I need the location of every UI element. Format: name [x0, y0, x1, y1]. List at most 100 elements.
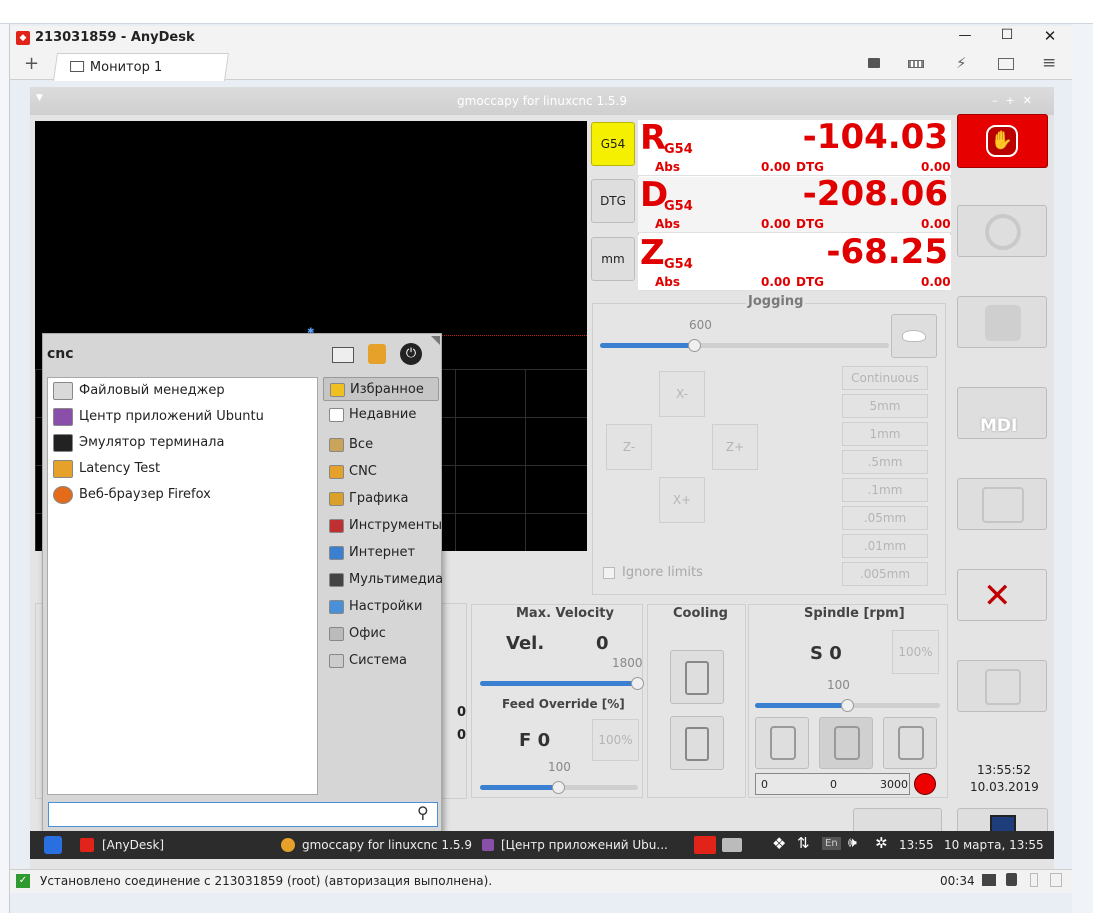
jog-increment-button[interactable]: 1mm	[842, 422, 928, 446]
monitor-icon	[70, 61, 85, 72]
menu-category-item[interactable]: Все	[323, 433, 439, 457]
machine-power-button[interactable]	[957, 205, 1047, 257]
dtg-button[interactable]: DTG	[591, 179, 635, 223]
maximize-button[interactable]: ☐	[992, 27, 1022, 43]
menu-search-input[interactable]	[51, 805, 411, 824]
menu-app-item[interactable]: Центр приложений Ubuntu	[48, 404, 314, 430]
menu-category-item[interactable]: Интернет	[323, 541, 439, 565]
spindle-slider[interactable]	[755, 699, 940, 712]
jog-z-minus-button[interactable]: Z-	[606, 424, 652, 470]
jog-increment-button[interactable]: Continuous	[842, 366, 928, 390]
spindle-reset-button[interactable]: 100%	[892, 630, 939, 674]
units-button[interactable]: mm	[591, 237, 635, 281]
switch-user-icon[interactable]	[332, 347, 354, 363]
category-icon	[329, 573, 344, 587]
tray-network-icon[interactable]	[722, 838, 742, 852]
dro-row[interactable]: D G54 -208.06 Abs 0.00 DTG 0.00	[638, 174, 951, 233]
menu-category-item[interactable]: Офис	[323, 622, 439, 646]
menu-category-item[interactable]: Недавние	[323, 403, 439, 427]
menu-search-box[interactable]: ⚲	[48, 802, 438, 827]
tray-language[interactable]: En	[822, 837, 841, 850]
menu-app-item[interactable]: Веб-браузер Firefox	[48, 482, 314, 508]
ignore-limits-checkbox[interactable]	[603, 567, 615, 579]
tray-transfer-icon[interactable]: ⇅	[797, 834, 810, 852]
feed-knob[interactable]	[552, 781, 565, 794]
auto-mode-button[interactable]	[957, 478, 1047, 530]
chat-status-icon[interactable]	[982, 874, 996, 886]
gmoccapy-window-controls[interactable]: –+✕	[992, 94, 1040, 107]
tray-settings-icon[interactable]: ✲	[875, 834, 888, 852]
jog-increment-button[interactable]: .5mm	[842, 450, 928, 474]
keyboard-icon[interactable]	[908, 60, 924, 68]
jog-increment-button[interactable]: .005mm	[842, 562, 928, 586]
record-status-icon[interactable]	[1030, 873, 1038, 887]
dro-row[interactable]: Z G54 -68.25 Abs 0.00 DTG 0.00	[638, 232, 951, 291]
flood-coolant-button[interactable]	[670, 650, 724, 704]
jog-increment-button[interactable]: .1mm	[842, 478, 928, 502]
taskbar-item-gmoccapy[interactable]: gmoccapy for linuxcnc 1.5.9	[302, 831, 472, 859]
menu-category-label: CNC	[349, 464, 377, 479]
gmoccapy-title: gmoccapy for linuxcnc 1.5.9	[457, 94, 627, 108]
whisker-menu-icon[interactable]	[44, 836, 62, 854]
menu-icon[interactable]: ≡	[1042, 53, 1056, 73]
tray-volume-icon[interactable]: 🕪	[848, 835, 857, 851]
minimize-button[interactable]: —	[950, 28, 980, 43]
menu-category-item[interactable]: Избранное	[323, 377, 439, 401]
add-tab-button[interactable]: +	[24, 53, 39, 74]
gmoccapy-menu-icon[interactable]: ▼	[36, 93, 43, 103]
menu-category-item[interactable]: Мультимедиа	[323, 568, 443, 592]
menu-app-item[interactable]: Эмулятор терминала	[48, 430, 314, 456]
menu-app-item[interactable]: Файловый менеджер	[48, 378, 314, 404]
spindle-knob[interactable]	[840, 699, 854, 712]
lock-status-icon[interactable]	[1006, 873, 1017, 886]
dro-row[interactable]: R G54 -104.03 Abs 0.00 DTG 0.00	[638, 117, 951, 176]
spindle-ccw-button[interactable]	[755, 717, 809, 769]
menu-category-item[interactable]: Инструменты	[323, 514, 442, 538]
estop-button[interactable]: ✋	[957, 114, 1048, 168]
remote-desktop[interactable]: gmoccapy for linuxcnc 1.5.9 ▼ –+✕ ✱ 0 0 …	[30, 87, 1054, 869]
tray-time[interactable]: 13:55	[899, 831, 934, 859]
jog-increment-button[interactable]: .01mm	[842, 534, 928, 558]
jog-z-plus-button[interactable]: Z+	[712, 424, 758, 470]
velocity-knob[interactable]	[631, 677, 644, 690]
left-value-1: 0	[457, 705, 467, 720]
g54-button[interactable]: G54	[591, 122, 635, 166]
mist-coolant-button[interactable]	[670, 716, 724, 770]
menu-category-item[interactable]: CNC	[323, 460, 439, 484]
jog-increment-button[interactable]: .05mm	[842, 506, 928, 530]
taskbar-item-ubuntu-center[interactable]: [Центр приложений Ubu...	[501, 831, 668, 859]
wrench-screwdriver-icon: ✕	[983, 576, 1012, 616]
menu-category-item[interactable]: Графика	[323, 487, 439, 511]
lightning-icon[interactable]: ⚡	[956, 54, 967, 72]
lock-icon[interactable]	[368, 344, 386, 364]
spindle-stop-button[interactable]	[819, 717, 873, 769]
settings-button[interactable]: ✕	[957, 569, 1047, 621]
close-button[interactable]: ✕	[1035, 27, 1065, 45]
power-off-icon[interactable]: ⏻	[400, 343, 422, 365]
feed-reset-button[interactable]: 100%	[592, 719, 639, 761]
tray-dropbox-icon[interactable]: ❖	[772, 834, 786, 853]
menu-app-item[interactable]: Latency Test	[48, 456, 314, 482]
manual-mode-button[interactable]	[957, 296, 1047, 348]
display-icon[interactable]	[998, 58, 1014, 70]
chat-icon[interactable]	[868, 58, 880, 68]
tray-datetime[interactable]: 10 марта, 13:55	[944, 831, 1044, 859]
jog-x-plus-button[interactable]: X+	[659, 477, 705, 523]
feed-slider[interactable]	[480, 781, 638, 794]
jog-increment-button[interactable]: 5mm	[842, 394, 928, 418]
mdi-mode-button[interactable]: MDI	[957, 387, 1047, 439]
menu-category-item[interactable]: Настройки	[323, 595, 439, 619]
velocity-slider[interactable]	[480, 677, 644, 690]
clipboard-status-icon[interactable]	[1050, 873, 1062, 887]
mist-coolant-icon	[685, 727, 709, 761]
jog-x-minus-button[interactable]: X-	[659, 371, 705, 417]
tray-anydesk-icon[interactable]	[694, 836, 716, 854]
jog-speed-slider[interactable]	[600, 339, 889, 352]
taskbar-item-anydesk[interactable]: [AnyDesk]	[102, 831, 164, 859]
user-tabs-button[interactable]	[957, 660, 1047, 712]
tab-monitor[interactable]: Монитор 1	[53, 53, 229, 81]
jog-increment-label: .05mm	[863, 511, 907, 525]
menu-category-item[interactable]: Система	[323, 649, 439, 673]
rabbit-turtle-button[interactable]	[891, 314, 937, 358]
spindle-cw-button[interactable]	[883, 717, 937, 769]
